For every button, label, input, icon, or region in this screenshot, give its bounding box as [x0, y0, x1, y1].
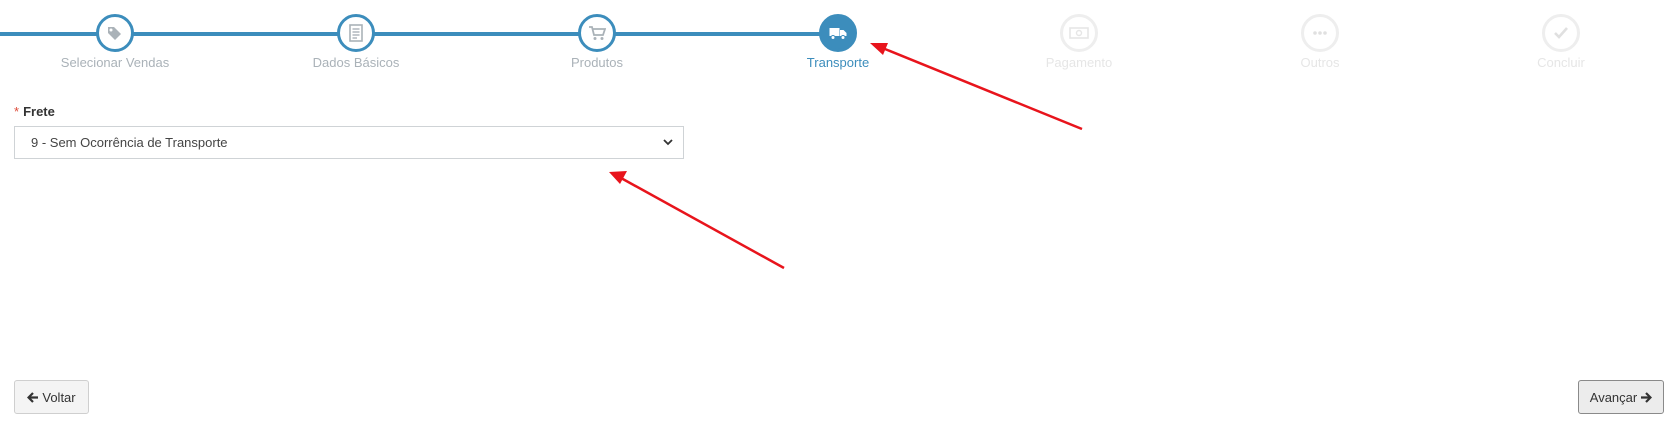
step-label: Transporte	[806, 55, 870, 70]
annotation-arrow-frete	[609, 171, 785, 270]
step-selecionar-vendas[interactable]: Selecionar Vendas	[15, 14, 215, 71]
required-marker: *	[14, 104, 20, 119]
step-label: Selecionar Vendas	[60, 55, 170, 70]
frete-select[interactable]: 9 - Sem Ocorrência de Transporte	[14, 126, 684, 159]
frete-select-value: 9 - Sem Ocorrência de Transporte	[31, 135, 228, 150]
wizard-steps: Selecionar Vendas Dados Básicos Produtos…	[0, 0, 1674, 80]
step-circle	[578, 14, 616, 52]
document-icon	[348, 24, 364, 42]
next-button-label: Avançar	[1589, 389, 1638, 405]
step-label: Concluir	[1537, 55, 1585, 70]
frete-label-text: Frete	[23, 104, 55, 119]
step-produtos[interactable]: Produtos	[497, 14, 697, 71]
step-label: Dados Básicos	[312, 55, 400, 70]
frete-label: * Frete	[14, 104, 684, 120]
step-transporte[interactable]: Transporte	[738, 14, 938, 71]
step-label: Produtos	[570, 55, 624, 70]
step-circle	[96, 14, 134, 52]
step-dados-basicos[interactable]: Dados Básicos	[256, 14, 456, 71]
truck-icon	[829, 26, 847, 40]
back-button-label: Voltar	[42, 389, 76, 405]
check-icon	[1553, 26, 1569, 40]
frete-field: * Frete 9 - Sem Ocorrência de Transporte	[14, 104, 684, 159]
tags-icon	[106, 24, 124, 42]
step-circle	[1301, 14, 1339, 52]
arrow-right-icon	[1640, 391, 1653, 403]
step-concluir[interactable]: Concluir	[1461, 14, 1661, 71]
step-label: Outros	[1300, 55, 1340, 70]
cart-icon	[588, 25, 606, 41]
money-icon	[1069, 26, 1089, 40]
step-label: Pagamento	[1045, 55, 1113, 70]
step-outros[interactable]: Outros	[1220, 14, 1420, 71]
step-circle	[1060, 14, 1098, 52]
step-pagamento[interactable]: Pagamento	[979, 14, 1179, 71]
ellipsis-icon	[1312, 30, 1328, 36]
step-circle	[1542, 14, 1580, 52]
arrow-left-icon	[27, 391, 39, 403]
back-button[interactable]: Voltar	[14, 380, 89, 414]
step-circle	[337, 14, 375, 52]
next-button[interactable]: Avançar	[1578, 380, 1664, 414]
chevron-down-icon	[663, 139, 673, 146]
step-circle	[819, 14, 857, 52]
